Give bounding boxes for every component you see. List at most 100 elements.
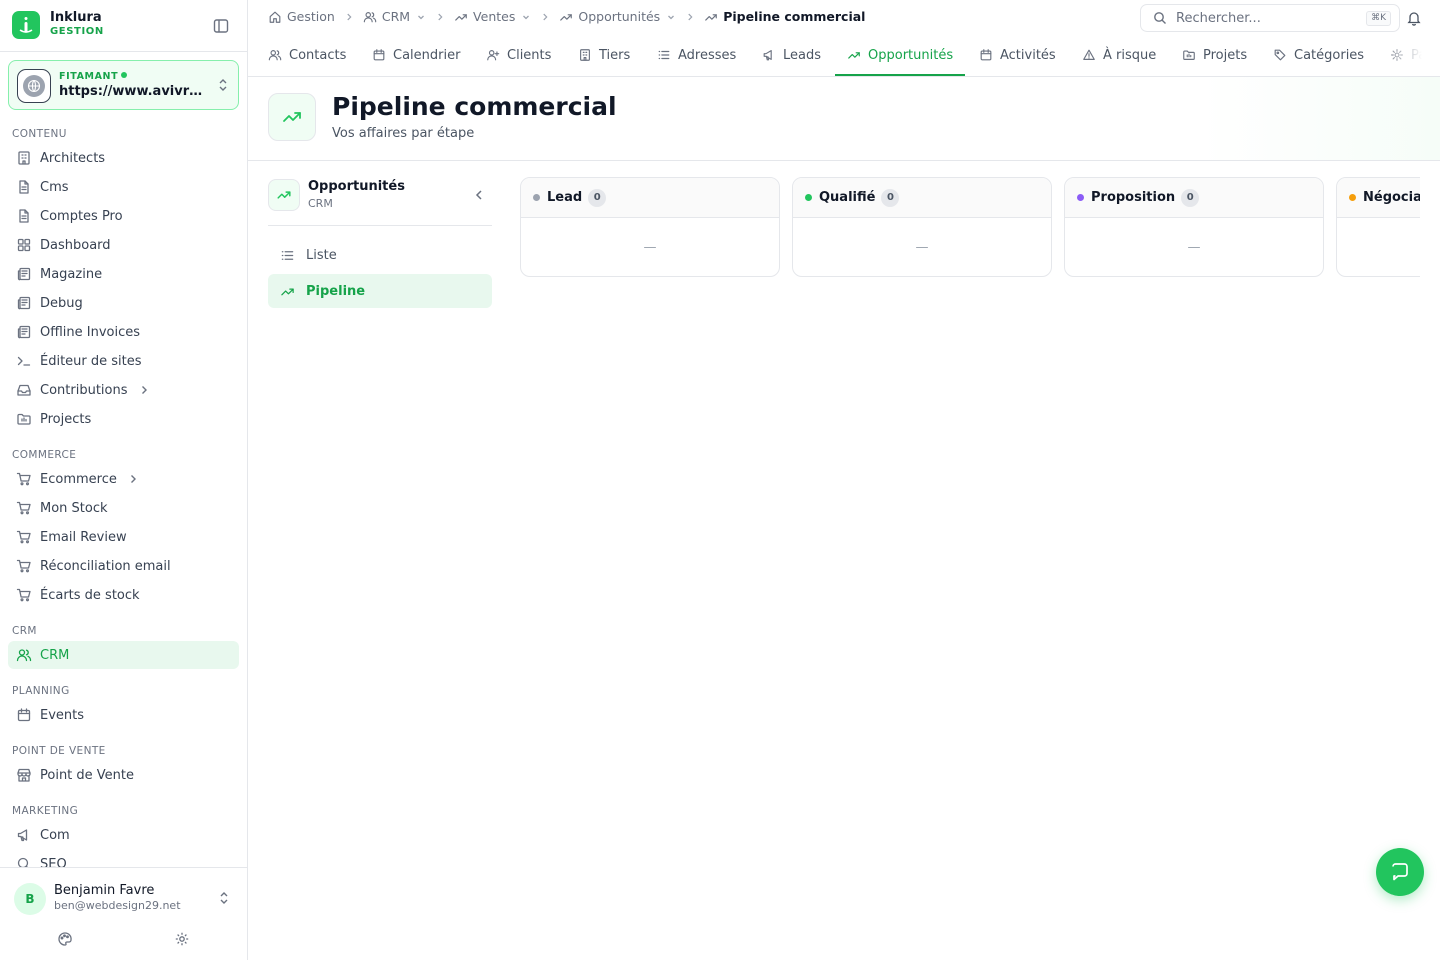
breadcrumb-item-3[interactable]: Opportunités	[559, 9, 676, 24]
stage-dot	[533, 194, 540, 201]
sidebar-item-0-9[interactable]: Projects	[8, 405, 239, 433]
tab-1[interactable]: Calendrier	[372, 34, 460, 76]
user-email: ben@webdesign29.net	[54, 899, 181, 912]
sidebar-item-label: Cms	[40, 179, 69, 195]
sidebar-item-1-1[interactable]: Mon Stock	[8, 494, 239, 522]
pipeline-column-1: Qualifié 0 —	[792, 177, 1052, 277]
building-icon	[578, 48, 592, 62]
sidebar-item-label: CRM	[40, 647, 70, 663]
calendar-icon	[372, 48, 386, 62]
sidebar-item-0-8[interactable]: Contributions	[8, 376, 239, 404]
store-icon	[16, 767, 32, 783]
tab-9[interactable]: Projets	[1182, 34, 1247, 76]
tab-8[interactable]: À risque	[1082, 34, 1156, 76]
sidebar-item-0-4[interactable]: Magazine	[8, 260, 239, 288]
subnav-item-0[interactable]: Liste	[268, 238, 492, 272]
search-placeholder: Rechercher...	[1176, 10, 1261, 26]
tab-label: Projets	[1203, 47, 1248, 63]
column-name: Lead	[547, 190, 583, 205]
tab-label: Tiers	[599, 47, 631, 63]
app-name: Inklura	[50, 10, 102, 25]
sidebar-toggle-icon[interactable]	[212, 17, 230, 35]
sidebar-item-label: Architects	[40, 150, 106, 166]
section-title-4: POINT DE VENTE	[12, 745, 106, 757]
cart-icon	[16, 471, 32, 487]
inbox-icon	[16, 382, 32, 398]
subnav-subtitle: CRM	[308, 197, 333, 210]
chevron-updown-icon[interactable]	[218, 891, 230, 905]
chevron-left-icon[interactable]	[472, 188, 486, 202]
sidebar-item-label: Comptes Pro	[40, 208, 123, 224]
sidebar-item-label: Email Review	[40, 529, 127, 545]
sidebar-item-0-1[interactable]: Cms	[8, 173, 239, 201]
page-header: Pipeline commercial Vos affaires par éta…	[248, 77, 1440, 161]
app-root: Inklura GESTION FITAMANT https://www.avi…	[0, 0, 1440, 960]
cart-icon	[16, 500, 32, 516]
avatar[interactable]: B	[14, 883, 46, 915]
palette-icon[interactable]	[57, 931, 73, 947]
tab-5[interactable]: Leads	[762, 34, 821, 76]
sidebar-item-5-0[interactable]: Com	[8, 821, 239, 849]
sidebar-item-0-2[interactable]: Comptes Pro	[8, 202, 239, 230]
sidebar-header: Inklura GESTION	[0, 0, 247, 52]
column-header: Qualifié 0	[793, 178, 1051, 218]
sidebar: Inklura GESTION FITAMANT https://www.avi…	[0, 0, 248, 960]
tab-2[interactable]: Clients	[486, 34, 551, 76]
cart-icon	[16, 558, 32, 574]
app-logo-icon	[12, 11, 40, 39]
sidebar-item-2-0[interactable]: CRM	[8, 641, 239, 669]
search-shortcut: ⌘K	[1366, 11, 1391, 26]
sidebar-item-0-5[interactable]: Debug	[8, 289, 239, 317]
trending-icon	[268, 179, 300, 211]
section-title-3: PLANNING	[12, 685, 70, 697]
topbar: Gestion CRM Ventes Opportunités Pipeline com…	[248, 0, 1440, 34]
sidebar-item-1-2[interactable]: Email Review	[8, 523, 239, 551]
sidebar-item-label: Réconciliation email	[40, 558, 171, 574]
tab-7[interactable]: Activités	[979, 34, 1056, 76]
tab-3[interactable]: Tiers	[578, 34, 630, 76]
tab-label: Catégories	[1294, 47, 1365, 63]
sidebar-item-3-0[interactable]: Events	[8, 701, 239, 729]
sidebar-item-0-6[interactable]: Offline Invoices	[8, 318, 239, 346]
tab-6[interactable]: Opportunités	[847, 34, 953, 76]
tab-4[interactable]: Adresses	[657, 34, 736, 76]
sidebar-item-1-0[interactable]: Ecommerce	[8, 465, 239, 493]
search-input[interactable]: Rechercher... ⌘K	[1140, 4, 1400, 32]
sidebar-item-4-0[interactable]: Point de Vente	[8, 761, 239, 789]
folder-icon	[1182, 48, 1196, 62]
list-icon	[280, 248, 295, 263]
subnav-item-1[interactable]: Pipeline	[268, 274, 492, 308]
site-switcher[interactable]: FITAMANT https://www.avivre.fr	[8, 60, 239, 110]
tab-0[interactable]: Contacts	[268, 34, 346, 76]
sidebar-item-label: Dashboard	[40, 237, 111, 253]
breadcrumb-label: Ventes	[473, 9, 516, 24]
trending-icon	[847, 48, 861, 62]
breadcrumb-item-4: Pipeline commercial	[704, 9, 865, 24]
subnav-item-label: Pipeline	[306, 283, 366, 299]
sidebar-item-1-3[interactable]: Réconciliation email	[8, 552, 239, 580]
chevron-right-icon	[344, 12, 354, 22]
chat-button[interactable]	[1376, 848, 1424, 896]
section-title-1: COMMERCE	[12, 449, 77, 461]
breadcrumb-item-0[interactable]: Gestion	[268, 9, 335, 24]
users-icon	[363, 10, 377, 24]
tag-icon	[1273, 48, 1287, 62]
breadcrumb-item-1[interactable]: CRM	[363, 9, 426, 24]
sidebar-item-label: Ecommerce	[40, 471, 117, 487]
sidebar-item-1-4[interactable]: Écarts de stock	[8, 581, 239, 609]
sidebar-item-0-7[interactable]: Éditeur de sites	[8, 347, 239, 375]
gear-icon[interactable]	[174, 931, 190, 947]
sidebar-item-label: Point de Vente	[40, 767, 135, 783]
breadcrumb-item-2[interactable]: Ventes	[454, 9, 531, 24]
sidebar-item-0-3[interactable]: Dashboard	[8, 231, 239, 259]
tab-10[interactable]: Catégories	[1273, 34, 1364, 76]
bell-icon[interactable]	[1406, 10, 1422, 26]
globe-icon	[17, 69, 51, 103]
sidebar-item-0-0[interactable]: Architects	[8, 144, 239, 172]
sidebar-item-5-1[interactable]: SEO	[8, 850, 239, 867]
stage-dot	[1349, 194, 1356, 201]
tab-label: Activités	[1000, 47, 1056, 63]
pipeline-board: Lead0—Qualifié0—Proposition0—Négociation…	[520, 177, 1420, 279]
cart-icon	[16, 587, 32, 603]
chevron-right-icon	[138, 384, 150, 396]
